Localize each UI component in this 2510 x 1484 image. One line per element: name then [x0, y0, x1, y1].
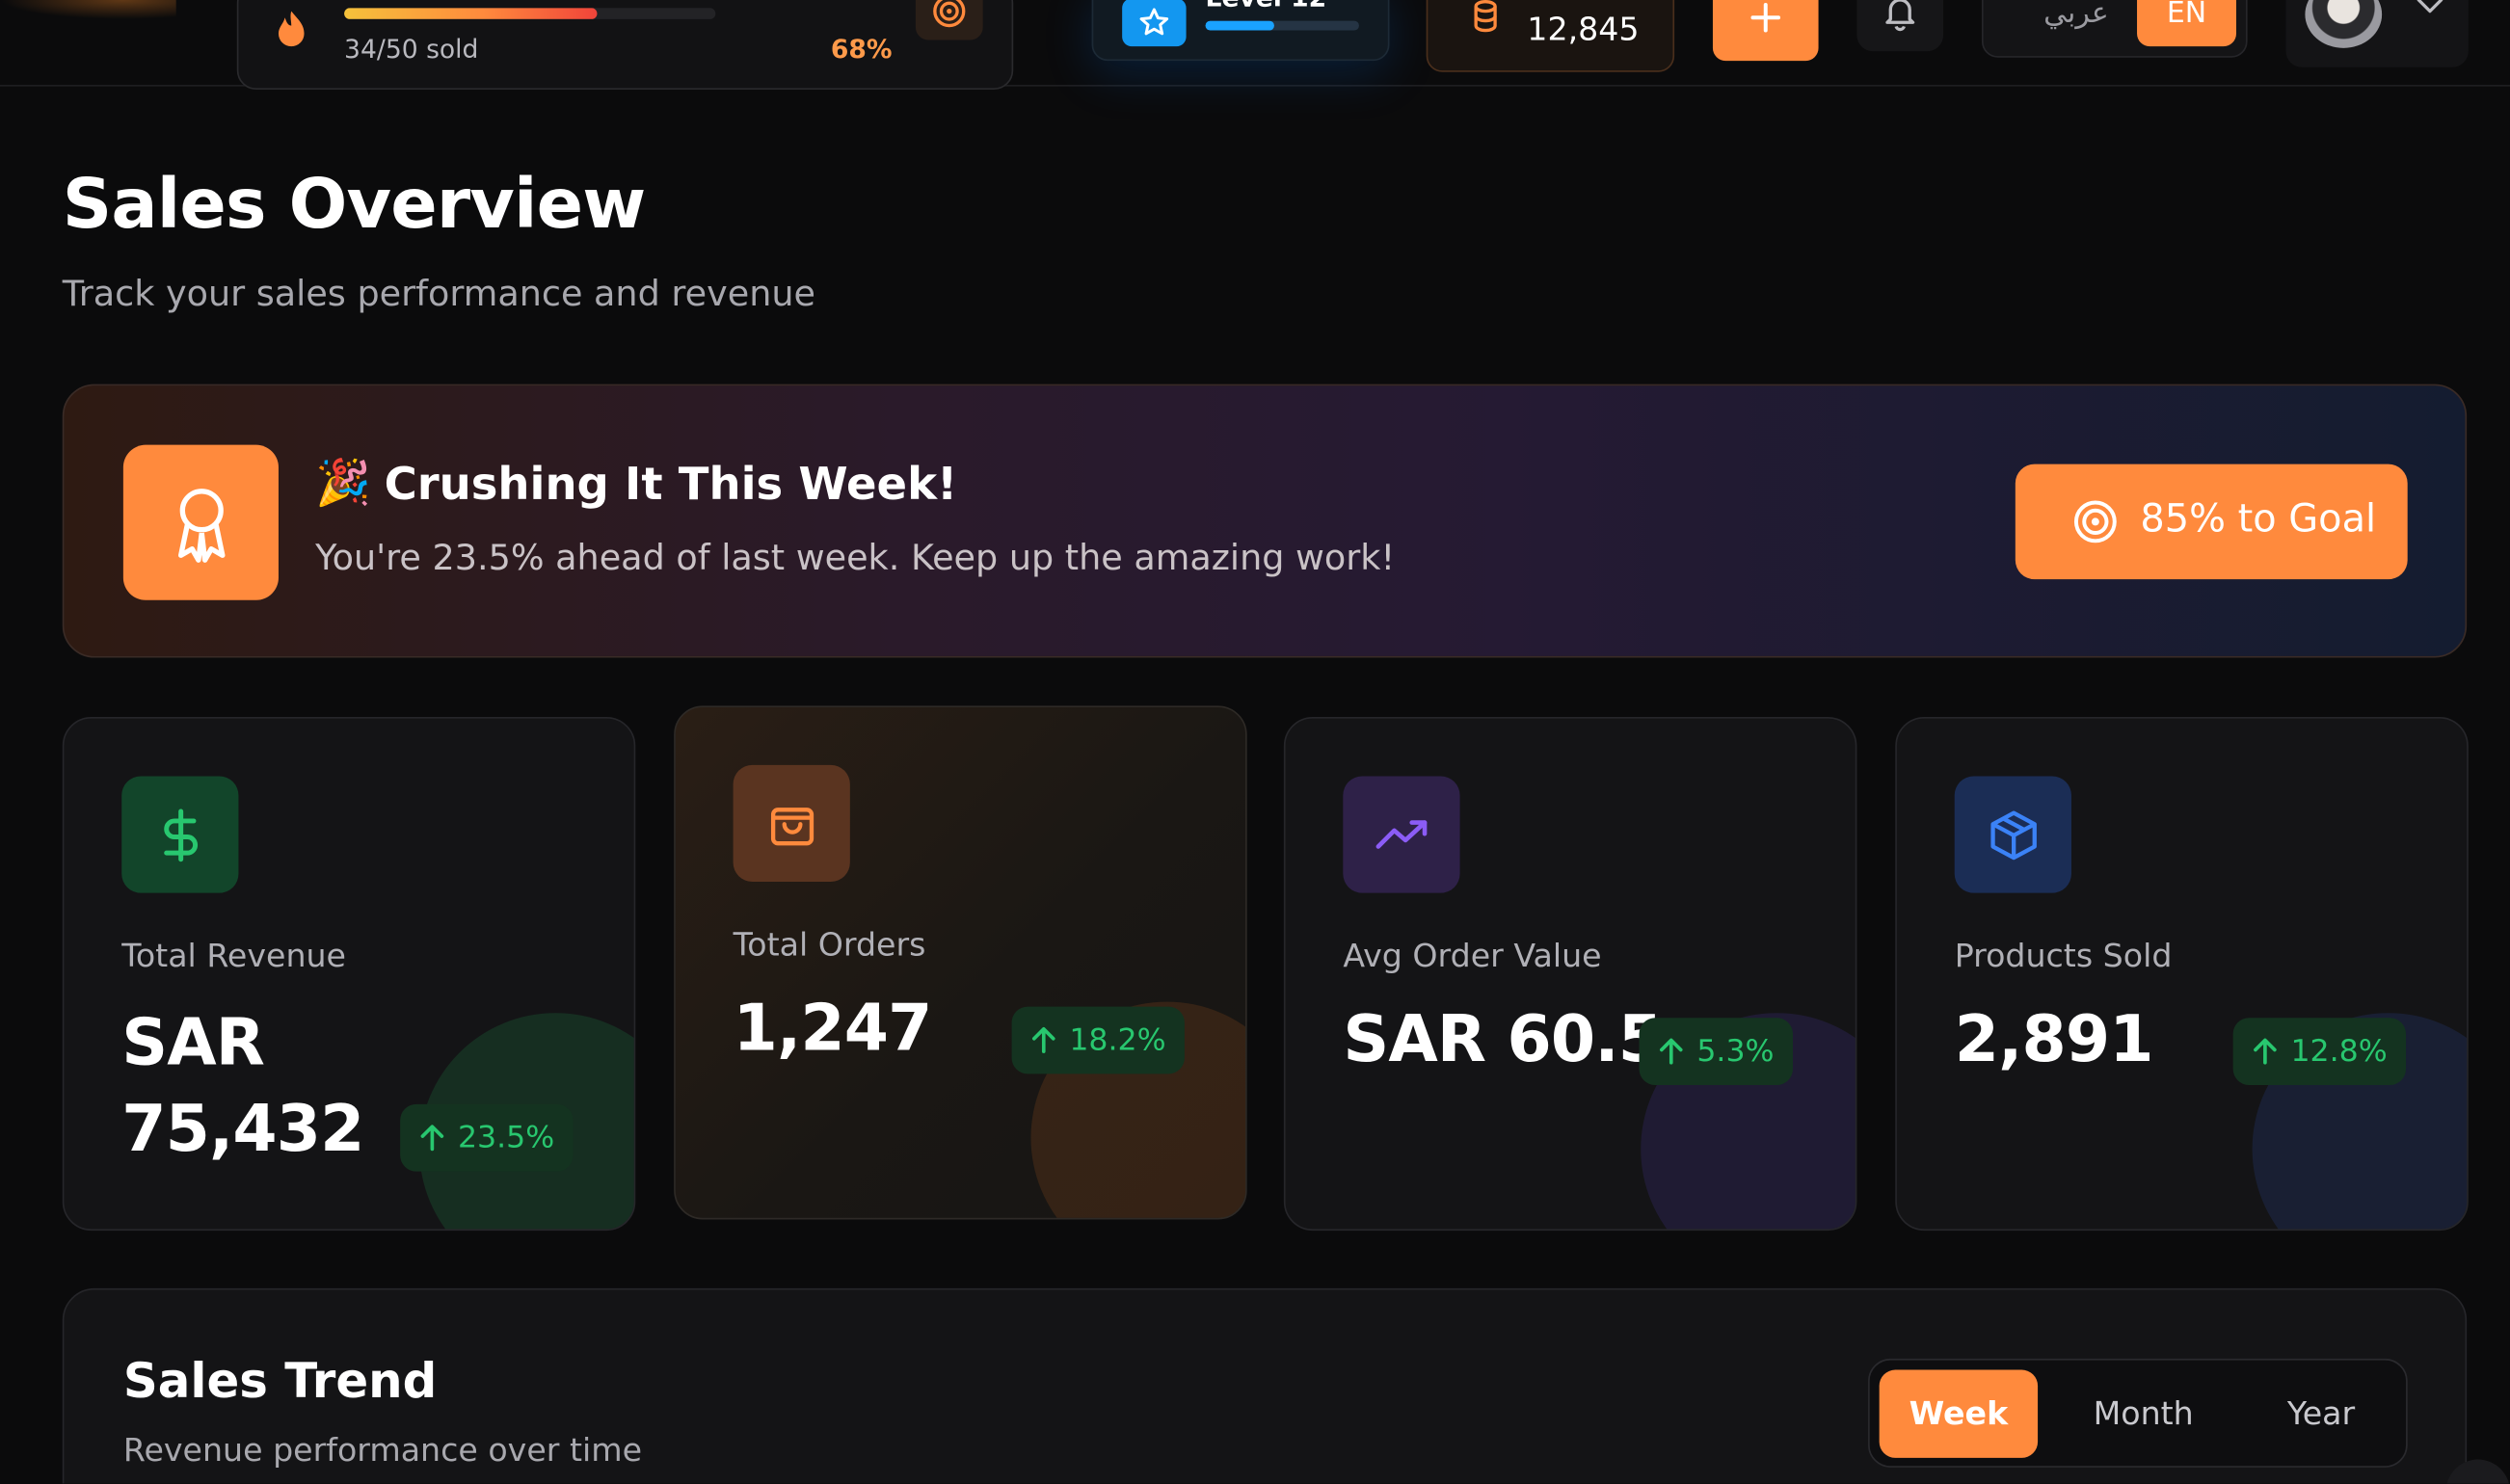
stat-card-products-sold[interactable]: Products Sold 2,891 12.8% — [1895, 716, 2469, 1232]
stat-label: Total Orders — [733, 924, 926, 964]
sales-target-progress-fill — [344, 8, 598, 19]
trending-up-icon — [1343, 776, 1460, 893]
chevron-down-icon — [2414, 0, 2445, 24]
award-icon — [122, 444, 279, 600]
box-icon — [1954, 776, 2071, 893]
stat-value: SAR 60.5 — [1343, 1003, 1663, 1077]
arrow-up-icon — [1659, 1038, 1683, 1065]
add-button[interactable] — [1712, 0, 1819, 62]
stat-change-badge: 23.5% — [400, 1103, 574, 1172]
stat-label: Avg Order Value — [1343, 936, 1602, 975]
sales-target-sold-text: 34/50 sold — [344, 33, 479, 65]
plus-icon — [1747, 0, 1785, 43]
stat-change-badge: 18.2% — [1011, 1006, 1186, 1074]
stat-change-value: 23.5% — [457, 1120, 555, 1156]
stat-value-line2: 75,432 — [121, 1093, 364, 1167]
achievement-banner: 🎉 Crushing It This Week! You're 23.5% ah… — [62, 384, 2468, 658]
bell-icon — [1878, 0, 1922, 41]
arrow-up-icon — [2254, 1038, 2277, 1065]
sales-target-widget[interactable]: 34/50 sold 68% — [236, 0, 1014, 90]
target-icon — [2073, 499, 2118, 550]
stat-change-value: 5.3% — [1696, 1033, 1775, 1070]
tab-week[interactable]: Week — [1879, 1369, 2039, 1458]
level-label: Level 12 — [1206, 0, 1327, 12]
target-icon[interactable] — [915, 0, 983, 40]
sales-target-progress-bar — [344, 8, 716, 19]
notifications-button[interactable] — [1856, 0, 1944, 52]
arrow-up-icon — [420, 1125, 444, 1152]
stat-change-badge: 12.8% — [2232, 1018, 2407, 1085]
banner-title: Crushing It This Week! — [384, 457, 958, 511]
stat-label: Products Sold — [1954, 936, 2173, 975]
sales-trend-title: Sales Trend — [122, 1353, 438, 1411]
language-arabic-button[interactable]: عربي — [2012, 0, 2140, 43]
period-selector: Week Month Year — [1868, 1358, 2408, 1468]
star-icon — [1122, 0, 1187, 47]
dollar-icon — [121, 776, 239, 893]
level-progress-bar — [1205, 20, 1359, 31]
party-icon: 🎉 — [315, 456, 372, 510]
sales-trend-panel: Sales Trend Revenue performance over tim… — [62, 1287, 2468, 1484]
banner-subtitle: You're 23.5% ahead of last week. Keep up… — [315, 539, 1396, 580]
top-bar-glow — [0, 0, 176, 19]
stat-change-value: 18.2% — [1069, 1022, 1166, 1058]
tab-month[interactable]: Month — [2055, 1370, 2231, 1458]
level-progress-fill — [1205, 20, 1275, 31]
user-menu[interactable] — [2285, 0, 2469, 67]
top-bar: 34/50 sold 68% Level 12 12,845 — [0, 0, 2510, 90]
sales-trend-subtitle: Revenue performance over time — [122, 1430, 643, 1470]
stat-card-total-revenue[interactable]: Total Revenue SAR 75,432 23.5% — [62, 716, 636, 1232]
language-english-button[interactable]: EN — [2137, 0, 2236, 47]
avatar — [2305, 0, 2383, 48]
stat-label: Total Revenue — [121, 936, 346, 975]
stat-change-badge: 5.3% — [1639, 1018, 1794, 1085]
stat-change-value: 12.8% — [2290, 1033, 2388, 1070]
flame-icon — [271, 8, 312, 49]
stat-value-line1: SAR — [121, 1006, 265, 1080]
stat-value: 2,891 — [1954, 1003, 2154, 1077]
language-switcher: عربي EN — [1981, 0, 2248, 58]
level-widget[interactable]: Level 12 — [1091, 0, 1390, 62]
goal-progress-button[interactable]: 85% to Goal — [2015, 464, 2408, 580]
coins-icon — [1470, 0, 1502, 37]
stat-card-total-orders[interactable]: Total Orders 1,247 18.2% — [674, 705, 1247, 1220]
sales-target-percent: 68% — [830, 33, 893, 65]
goal-progress-label: 85% to Goal — [2140, 495, 2377, 542]
page-subtitle: Track your sales performance and revenue — [62, 275, 815, 316]
stat-card-avg-order-value[interactable]: Avg Order Value SAR 60.5 5.3% — [1283, 716, 1857, 1232]
shopping-bag-icon — [733, 764, 850, 883]
points-value: 12,845 — [1527, 9, 1640, 48]
app-root: 34/50 sold 68% Level 12 12,845 — [0, 0, 2510, 1484]
points-widget[interactable]: 12,845 — [1426, 0, 1675, 72]
page-title: Sales Overview — [62, 165, 646, 246]
tab-year[interactable]: Year — [2241, 1370, 2401, 1458]
arrow-up-icon — [1031, 1027, 1055, 1053]
stat-value: 1,247 — [733, 992, 933, 1067]
